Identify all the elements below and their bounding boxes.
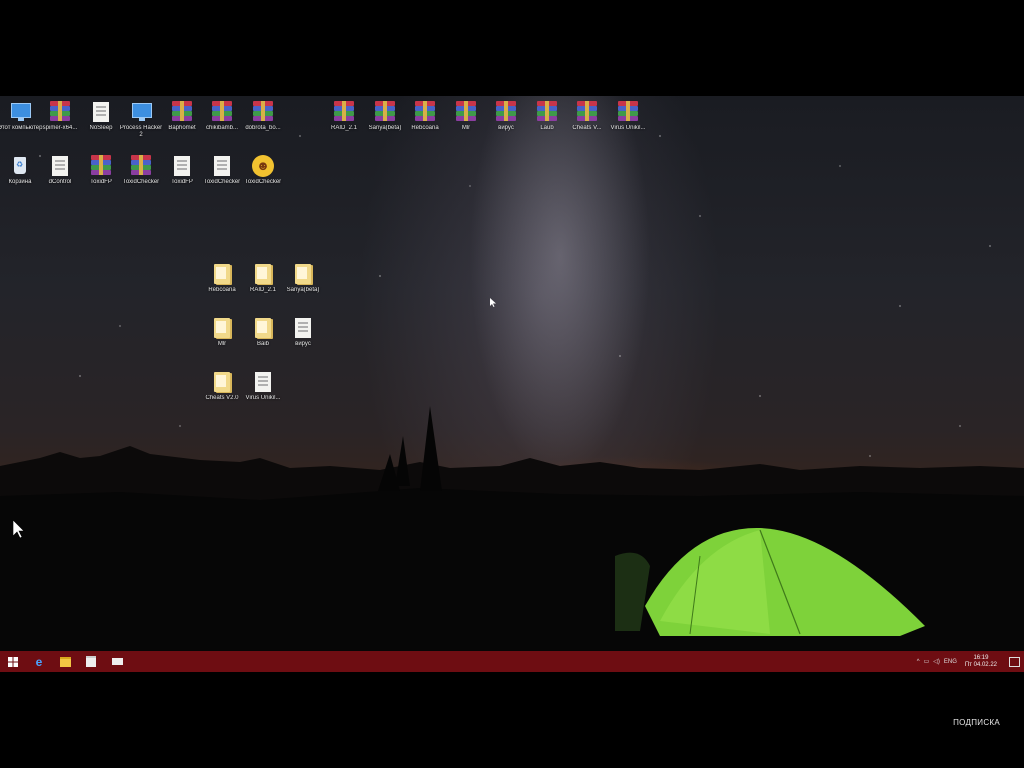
document-icon (252, 371, 274, 393)
desktop-icon-label: dControl (48, 179, 72, 185)
mail-icon (111, 658, 123, 665)
desktop-icon[interactable]: Rebcoana (199, 263, 245, 313)
desktop-icon-label: Sanya(beta) (286, 287, 320, 293)
desktop-icon[interactable]: Virus Unikil... (240, 371, 286, 421)
folder-icon (211, 317, 233, 339)
desktop-icon-label: вирус (498, 125, 514, 131)
desktop-icon-label: Rebcoana (208, 287, 236, 293)
desktop-icon-label: spimer-x64... (42, 125, 78, 131)
winrar-icon (90, 155, 112, 177)
edge-icon: e (35, 654, 43, 669)
desktop-icon-label: Virus Unikil... (610, 125, 646, 131)
desktop-icon-label: Cheats V... (572, 125, 602, 131)
start-button[interactable] (0, 651, 26, 672)
winrar-icon (252, 101, 274, 123)
cursor-arrow-icon (13, 520, 25, 539)
desktop-icon[interactable]: Sanya(beta) (280, 263, 326, 313)
winrar-icon (130, 155, 152, 177)
winrar-icon (211, 101, 233, 123)
system-tray: ^ ▭ ◁) ENG 16:19 Пт 04.02.22 (917, 655, 1024, 669)
clock-time: 16:19 (973, 654, 989, 661)
desktop-icon[interactable]: spimer-x64... (37, 101, 83, 151)
winrar-icon (49, 101, 71, 123)
taskbar-explorer-button[interactable] (52, 651, 78, 672)
winrar-icon (414, 101, 436, 123)
winrar-icon (536, 101, 558, 123)
volume-icon[interactable]: ◁) (933, 658, 940, 665)
winrar-icon (374, 101, 396, 123)
computer-icon (130, 101, 152, 123)
taskbar-mail-button[interactable] (104, 651, 130, 672)
winrar-icon (617, 101, 639, 123)
network-icon[interactable]: ▭ (924, 658, 930, 665)
winrar-icon (171, 101, 193, 123)
desktop-icon[interactable]: Cheats V2.0 (199, 371, 245, 421)
folder-icon (211, 371, 233, 393)
desktop-icon-label: dobrota_bo... (245, 125, 281, 131)
winrar-icon (333, 101, 355, 123)
document-icon (292, 317, 314, 339)
computer-icon (9, 101, 31, 123)
desktop-icon[interactable]: вирус (280, 317, 326, 367)
desktop-icon[interactable]: Rebcoana (402, 101, 448, 151)
desktop-icon[interactable]: Cheats V... (564, 101, 610, 151)
desktop-icon[interactable]: RAID_2.1 (321, 101, 367, 151)
desktop-icon-label: RAID_2.1 (330, 125, 357, 131)
desktop-icon-label: Virus Unikil... (245, 395, 281, 401)
chevron-up-icon[interactable]: ^ (917, 659, 920, 665)
clock[interactable]: 16:19 Пт 04.02.22 (965, 655, 997, 669)
document-icon (211, 155, 233, 177)
desktop-icon[interactable]: dControl (37, 155, 83, 205)
desktop-icon[interactable]: chikibamb... (199, 101, 245, 151)
clock-date: Пт 04.02.22 (964, 661, 997, 668)
mouse-pointer-icon (490, 298, 496, 307)
folder-icon (211, 263, 233, 285)
winrar-icon (455, 101, 477, 123)
desktop-icon[interactable]: ToxidChecker (199, 155, 245, 205)
document-icon (171, 155, 193, 177)
notification-icon[interactable] (1009, 656, 1020, 667)
desktop-icon-label: Cheats V2.0 (205, 395, 239, 401)
windows-icon (8, 656, 18, 667)
desktop-icon[interactable]: dobrota_bo... (240, 101, 286, 151)
mountain-landscape (0, 406, 1024, 651)
desktop-icon[interactable]: вирус (483, 101, 529, 151)
document-icon (49, 155, 71, 177)
desktop-icon[interactable]: ToxidChecker (118, 155, 164, 205)
desktop-icon-label: chikibamb... (205, 125, 238, 131)
recycle-bin-icon (9, 155, 31, 177)
desktop-wallpaper[interactable]: Этот компьютер spimer-x64... NoSleep Proces… (0, 96, 1024, 651)
taskbar-store-button[interactable] (78, 651, 104, 672)
smiley-icon: ☻ (252, 155, 274, 177)
desktop-icon-label: ToxidChecker (244, 179, 282, 185)
desktop-icon[interactable]: ☻ ToxidChecker (240, 155, 286, 205)
document-icon (90, 101, 112, 123)
folder-icon (59, 656, 71, 667)
folder-icon (292, 263, 314, 285)
desktop-icon[interactable]: Mlr (199, 317, 245, 367)
language-indicator[interactable]: ENG (944, 659, 957, 665)
desktop-icon[interactable]: Virus Unikil... (605, 101, 651, 151)
winrar-icon (576, 101, 598, 123)
taskbar-edge-button[interactable]: e (26, 651, 52, 672)
winrar-icon (495, 101, 517, 123)
desktop-icon-label: Mlr (217, 341, 227, 347)
taskbar: e ^ ▭ ◁) ENG 16:19 Пт 04.02.22 (0, 651, 1024, 672)
desktop-icon-label: Rebcoana (411, 125, 439, 131)
desktop-icon-label: вирус (295, 341, 311, 347)
subscribe-caption: ПОДПИСКА (953, 718, 1000, 727)
desktop-icon-label: ToxidChecker (203, 179, 241, 185)
store-bag-icon (86, 656, 96, 667)
desktop-icon[interactable]: Process Hacker 2 (118, 101, 164, 151)
desktop-icon-label: Process Hacker 2 (119, 125, 163, 138)
folder-icon (252, 263, 274, 285)
folder-icon (252, 317, 274, 339)
desktop-icon-label: ToxidChecker (122, 179, 160, 185)
